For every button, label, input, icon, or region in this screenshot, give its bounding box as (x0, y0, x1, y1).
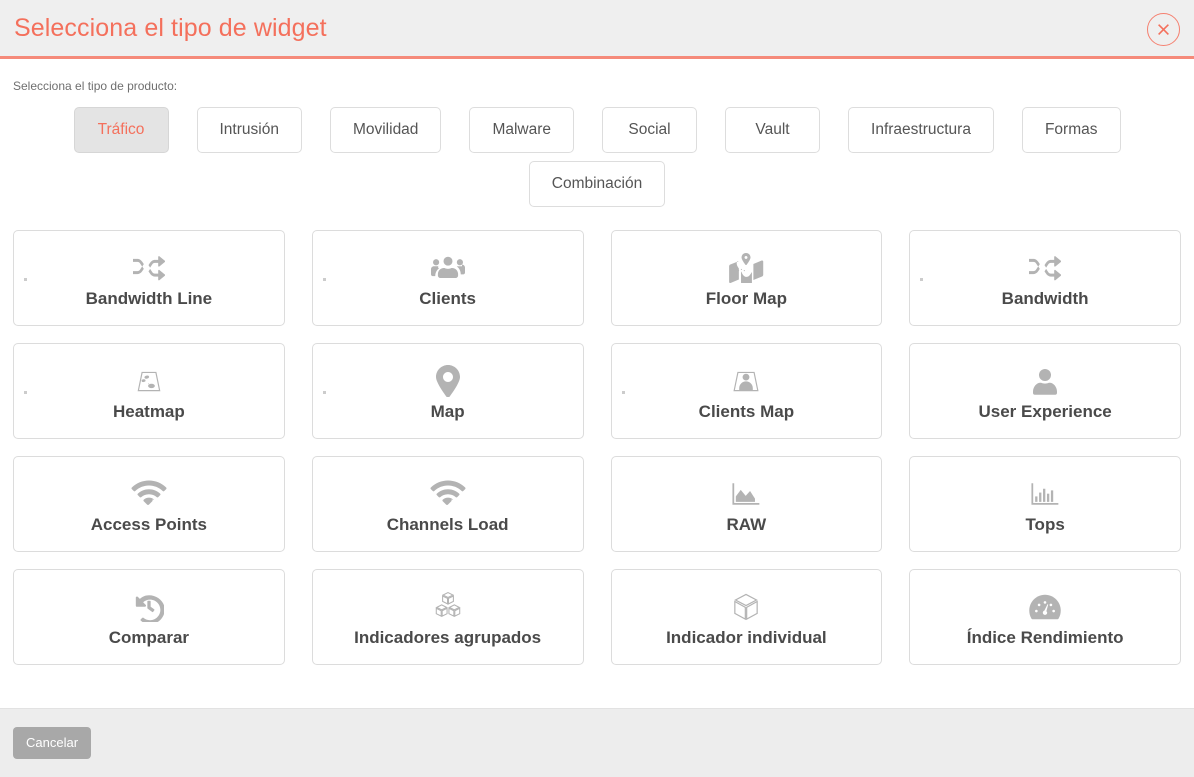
footer-spacer (0, 692, 1194, 708)
area-chart-icon (730, 477, 762, 511)
shuffle-icon (132, 251, 165, 285)
page-title: Selecciona el tipo de widget (14, 13, 327, 42)
widget-card-indicador-individual[interactable]: Indicador individual (610, 569, 883, 666)
widget-type-modal: Selecciona el tipo de widget Selecciona … (0, 0, 1194, 777)
tachometer-icon (1029, 590, 1061, 624)
product-type-button-group: Tráfico Intrusión Movilidad Malware Social Va… (0, 93, 1194, 215)
product-type-movilidad[interactable]: Movilidad (329, 107, 442, 154)
modal-body: Selecciona el tipo de producto: Tráfico I… (0, 59, 1194, 692)
widget-card-label: User Experience (978, 401, 1112, 421)
card-marker-dot (322, 278, 326, 282)
widget-card-label: Map (430, 401, 465, 421)
close-x-glyph (1158, 24, 1169, 35)
card-marker-dot (322, 391, 326, 395)
shuffle-icon (1029, 251, 1062, 285)
cancel-button[interactable]: Cancelar (13, 727, 92, 759)
widget-card-raw[interactable]: RAW (610, 456, 883, 553)
map-pin-icon (435, 364, 460, 398)
product-type-intrusi-n[interactable]: Intrusión (196, 107, 302, 154)
widget-card-label: Clients Map (698, 401, 795, 421)
close-icon[interactable] (1147, 13, 1180, 46)
widget-card-label: Bandwidth Line (85, 288, 213, 308)
widget-card-channels-load[interactable]: Channels Load (311, 456, 584, 553)
card-marker-dot (24, 391, 27, 395)
product-type-tr-fico[interactable]: Tráfico (73, 107, 169, 154)
map-user-icon (728, 364, 764, 398)
map-marked-icon (728, 251, 764, 285)
widget-card-label: Índice Rendimiento (966, 627, 1124, 647)
product-type-label: Selecciona el tipo de producto: (13, 79, 178, 93)
widget-card-label: Indicador individual (666, 627, 827, 647)
cubes-icon (431, 590, 465, 624)
product-type-infraestructura[interactable]: Infraestructura (848, 107, 994, 154)
widget-card-label: Heatmap (112, 401, 185, 421)
widget-card-grid: Bandwidth Line Clients Floor Map Bandwidth H… (0, 215, 1194, 666)
wifi-icon (130, 477, 168, 511)
widget-card-label: RAW (726, 514, 767, 534)
widget-card-map[interactable]: Map (311, 343, 584, 440)
widget-card-label: Comparar (108, 627, 190, 647)
widget-card-label: Tops (1025, 514, 1065, 534)
product-type-vault[interactable]: Vault (725, 107, 821, 154)
widget-card-access-points[interactable]: Access Points (13, 456, 285, 553)
wifi-icon (429, 477, 467, 511)
widget-card-indicadores-agrupados[interactable]: Indicadores agrupados (311, 569, 584, 666)
product-type-social[interactable]: Social (602, 107, 698, 154)
widget-card-floor-map[interactable]: Floor Map (610, 230, 883, 327)
heatmap-icon (132, 364, 166, 398)
widget-card-label: Access Points (90, 514, 207, 534)
widget-card-bandwidth[interactable]: Bandwidth (909, 230, 1181, 327)
widget-card-clients[interactable]: Clients (311, 230, 584, 327)
history-icon (134, 590, 164, 624)
widget-card-label: Clients (419, 288, 476, 308)
users-icon (430, 251, 465, 285)
card-marker-dot (24, 278, 27, 282)
card-marker-dot (621, 391, 625, 395)
widget-card-label: Channels Load (386, 514, 509, 534)
widget-card-label: Bandwidth (1001, 288, 1089, 308)
user-icon (1033, 364, 1058, 398)
cube-icon (732, 590, 760, 624)
card-marker-dot (920, 278, 924, 282)
widget-card-user-experience[interactable]: User Experience (909, 343, 1181, 440)
modal-header: Selecciona el tipo de widget (0, 0, 1194, 59)
bar-chart-icon (1030, 477, 1060, 511)
product-type-formas[interactable]: Formas (1021, 107, 1121, 154)
widget-card-tops[interactable]: Tops (909, 456, 1181, 553)
product-type-combinaci-n[interactable]: Combinación (528, 161, 666, 208)
modal-footer: Cancelar (0, 708, 1194, 777)
widget-card-label: Indicadores agrupados (354, 627, 542, 647)
widget-card--ndice-rendimiento[interactable]: Índice Rendimiento (909, 569, 1181, 666)
widget-card-comparar[interactable]: Comparar (13, 569, 285, 666)
product-type-malware[interactable]: Malware (469, 107, 575, 154)
widget-card-clients-map[interactable]: Clients Map (610, 343, 883, 440)
widget-card-label: Floor Map (705, 288, 787, 308)
widget-card-heatmap[interactable]: Heatmap (13, 343, 285, 440)
widget-card-bandwidth-line[interactable]: Bandwidth Line (13, 230, 285, 327)
